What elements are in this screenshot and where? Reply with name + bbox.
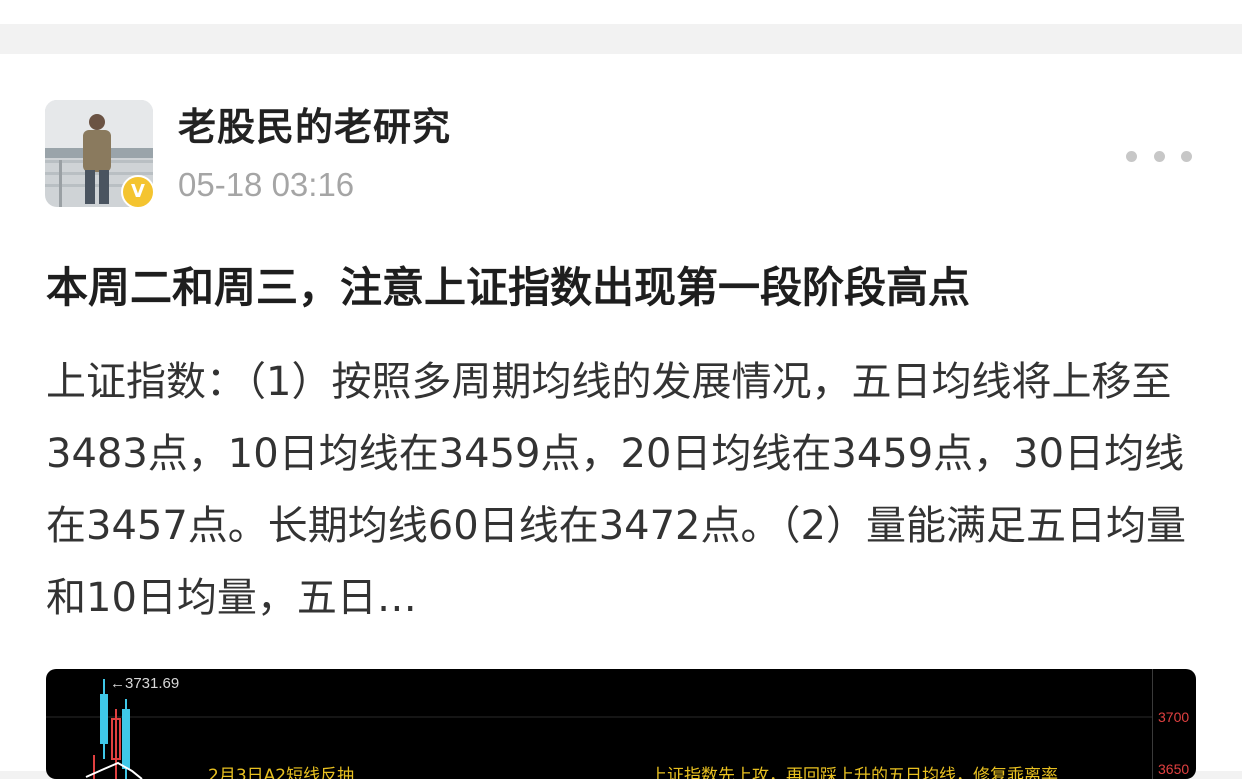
post-timestamp: 05-18 03:16: [178, 166, 355, 203]
avatar[interactable]: V: [45, 100, 155, 209]
post-chart-image[interactable]: ←3731.69 3700 3650 2月3日A2短线反抽 上证指数先上攻，再回…: [46, 669, 1196, 779]
chart-axis-label: 3700: [1158, 709, 1190, 725]
more-horizontal-icon: [1126, 150, 1137, 162]
chart-axis-divider: [1152, 669, 1153, 779]
verified-badge-icon: V: [121, 175, 155, 209]
chart-note: 上证指数先上攻，再回踩上升的五日均线，修复乖离率: [650, 766, 1058, 779]
more-horizontal-icon: [1153, 150, 1165, 162]
candle-body: [100, 694, 108, 744]
candle-body: [122, 709, 130, 769]
author-name[interactable]: 老股民的老研究: [178, 96, 451, 151]
more-horizontal-icon: [1181, 150, 1192, 162]
more-options-button[interactable]: [1126, 144, 1192, 168]
top-bar-strip: [0, 0, 1242, 24]
chart-note: 2月3日A2短线反抽: [208, 766, 355, 779]
chart-axis-label: 3650: [1158, 761, 1190, 777]
chart-high-label: ←3731.69: [110, 675, 180, 692]
post-title[interactable]: 本周二和周三，注意上证指数出现第一段阶段高点: [46, 254, 970, 315]
post-body[interactable]: 上证指数：（1）按照多周期均线的发展情况，五日均线将上移至3483点，10日均线…: [46, 346, 1196, 634]
